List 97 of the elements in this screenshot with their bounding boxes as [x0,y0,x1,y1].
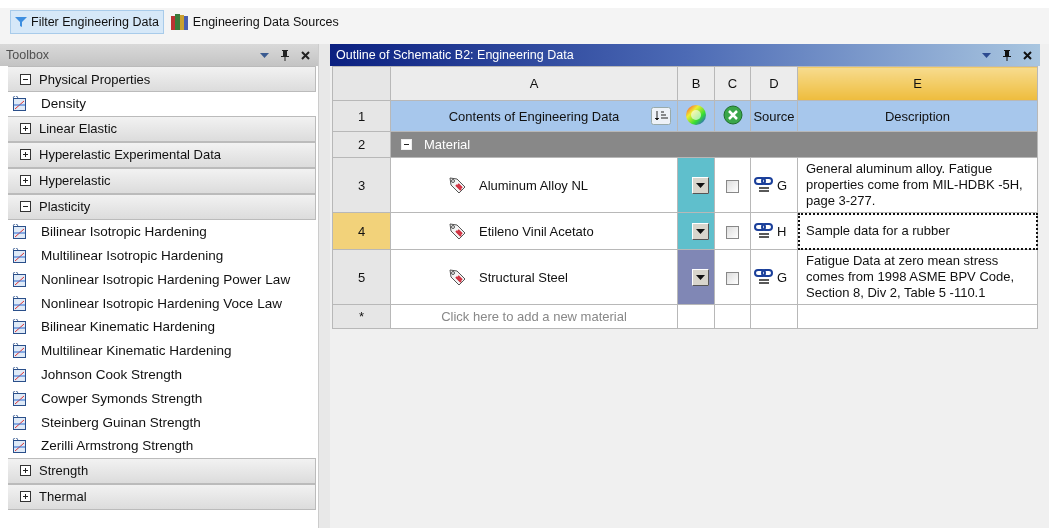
toolbox-item[interactable]: Nonlinear Isotropic Hardening Power Law [41,271,291,287]
link-icon[interactable] [754,176,774,194]
toolbox-item[interactable]: Multilinear Kinematic Hardening [41,343,232,359]
toolbox-item[interactable]: Density [41,96,86,112]
expander-icon[interactable] [20,149,31,161]
row-number: * [332,304,391,329]
filter-icon [15,16,27,28]
group-label: Physical Properties [39,71,151,87]
color-cell[interactable] [677,249,715,305]
expander-icon[interactable] [20,491,31,503]
row-number: 2 [332,131,391,158]
color-wheel-icon [685,103,707,126]
toolbox-item[interactable]: Bilinear Kinematic Hardening [41,319,216,335]
group-row[interactable]: Material [390,131,1038,158]
dropdown-button-icon[interactable] [692,222,709,240]
toolbox-group[interactable]: Plasticity [8,193,316,220]
tag-icon [447,175,467,195]
dropdown-icon[interactable] [982,52,991,58]
chart-icon [12,438,27,454]
toolbar-button[interactable]: Engineering Data Sources [165,10,344,34]
column-title: Contents of Engineering Data [448,108,620,124]
toolbox-group[interactable]: Physical Properties [8,66,316,92]
toolbox-item[interactable]: Bilinear Isotropic Hardening [41,224,207,240]
tag-icon [447,267,467,287]
chart-icon [12,224,27,240]
group-label: Material [424,137,471,152]
toolbox-group[interactable]: Hyperelastic [8,167,316,194]
checkbox[interactable] [726,271,739,285]
source-text: H [777,223,787,239]
material-name: Etileno Vinil Acetato [479,223,594,239]
pin-icon[interactable] [281,49,289,61]
toolbox-item[interactable]: Nonlinear Isotropic Hardening Voce Law [41,295,282,311]
group-label: Thermal [39,489,87,505]
column-header[interactable]: D [750,66,798,101]
material-name: Structural Steel [479,269,568,285]
column-header[interactable]: B [677,66,715,101]
sort-icon[interactable] [651,107,671,125]
toolbox-item[interactable]: Cowper Symonds Strength [41,390,203,406]
toolbox-item[interactable]: Steinberg Guinan Strength [41,414,201,430]
dropdown-button-icon[interactable] [692,176,709,194]
chart-icon [12,343,27,359]
books-icon [170,14,189,30]
description-cell[interactable]: Fatigue Data at zero mean stress comes from 1998 ASME BPV Code, Section 8, Div 2, Table 5 -110.1 [797,249,1038,305]
row-number[interactable]: 4 [332,212,391,250]
source-text: G [777,269,788,285]
chart-icon [12,414,27,430]
toolbox-group[interactable]: Linear Elastic [8,115,316,142]
toolbox-group[interactable]: Strength [8,457,316,484]
toolbox-item[interactable]: Johnson Cook Strength [41,366,183,382]
checkbox[interactable] [726,179,739,193]
chart-icon [12,366,27,382]
tag-icon [447,221,467,241]
description-cell[interactable]: General aluminum alloy. Fatigue properties come from MIL-HDBK -5H, page 3-277. [797,157,1038,213]
chart-icon [12,271,27,287]
column-header[interactable]: C [714,66,751,101]
toolbar-button[interactable]: Filter Engineering Data [10,10,164,34]
toolbox-group[interactable]: Thermal [8,483,316,510]
dropdown-button-icon[interactable] [692,268,709,286]
new-material-placeholder[interactable]: Click here to add a new material [390,304,678,329]
expander-icon[interactable] [20,201,31,213]
chart-icon [12,248,27,263]
chart-icon [12,96,27,112]
close-icon[interactable] [301,50,310,60]
expander-icon[interactable] [20,73,31,85]
color-cell[interactable] [677,157,715,213]
description-cell[interactable]: Sample data for a rubber [797,212,1038,250]
toolbox-item[interactable]: Multilinear Isotropic Hardening [41,248,224,263]
chart-icon [12,390,27,406]
row-number[interactable]: 5 [332,249,391,305]
group-label: Hyperelastic [39,173,111,189]
expander-icon[interactable] [20,465,31,477]
group-label: Plasticity [39,199,91,215]
toolbox-item[interactable]: Zerilli Armstrong Strength [41,438,194,454]
expander-icon[interactable] [20,175,31,187]
material-name: Aluminum Alloy NL [479,177,589,193]
group-label: Hyperelastic Experimental Data [39,147,222,163]
row-number: 1 [332,100,391,132]
column-header[interactable]: E [797,66,1038,101]
column-header[interactable]: A [390,66,678,101]
link-icon[interactable] [754,222,774,240]
toolbox-group[interactable]: Hyperelastic Experimental Data [8,141,316,168]
group-label: Linear Elastic [39,121,118,137]
source-text: G [777,177,788,193]
link-icon[interactable] [754,268,774,286]
x-circle-icon [722,104,743,125]
chart-icon [12,295,27,311]
expander-icon[interactable] [20,123,31,135]
dropdown-icon[interactable] [260,52,269,58]
column-title: Description [797,100,1038,132]
row-number[interactable]: 3 [332,157,391,213]
group-label: Strength [39,463,89,479]
panel-title: Toolbox [6,48,51,62]
close-icon[interactable] [1023,50,1032,60]
panel-title: Outline of Schematic B2: Engineering Data [336,48,575,62]
chart-icon [12,319,27,335]
pin-icon[interactable] [1003,49,1011,61]
checkbox[interactable] [726,225,739,239]
